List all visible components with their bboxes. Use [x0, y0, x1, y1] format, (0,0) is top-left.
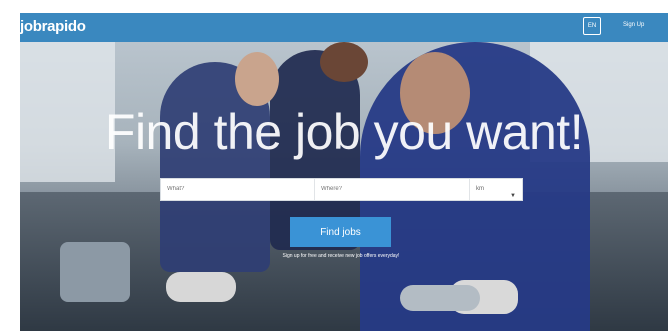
language-button[interactable]: EN — [583, 17, 601, 35]
metal-part — [60, 242, 130, 302]
metal-part — [400, 285, 480, 311]
signup-promo-text: Sign up for free and receive new job off… — [282, 253, 400, 259]
signup-link[interactable]: Sign Up — [623, 22, 644, 28]
glove-left — [166, 272, 236, 302]
where-input[interactable] — [315, 179, 470, 200]
radius-select[interactable]: km ▼ — [470, 179, 522, 200]
find-jobs-button[interactable]: Find jobs — [290, 217, 391, 247]
header-bar: jobrapido EN Sign Up — [20, 13, 668, 42]
radius-value: km — [476, 186, 484, 192]
chevron-down-icon: ▼ — [510, 193, 516, 199]
logo[interactable]: jobrapido — [20, 18, 86, 35]
hero-section: Find the job you want! km ▼ Find jobs Si… — [20, 42, 668, 331]
worker-head — [235, 52, 279, 106]
worker-head — [320, 42, 368, 82]
what-input[interactable] — [161, 179, 315, 200]
page: jobrapido EN Sign Up Find the job you wa… — [0, 0, 668, 331]
search-bar: km ▼ — [160, 178, 523, 201]
page-title: Find the job you want! — [104, 104, 584, 160]
